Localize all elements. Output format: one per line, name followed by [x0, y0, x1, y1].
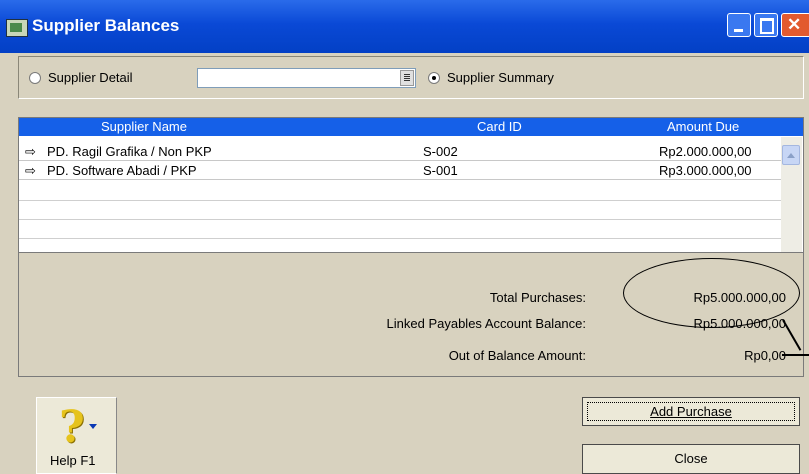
- help-label: Help F1: [50, 453, 96, 468]
- add-purchase-button[interactable]: Add Purchase: [582, 397, 800, 426]
- out-of-balance-label: Out of Balance Amount:: [448, 348, 586, 363]
- annotation-line: [782, 354, 809, 356]
- table-row[interactable]: ⇨ PD. Ragil Grafika / Non PKP S-002 Rp2.…: [19, 142, 781, 161]
- focus-ring: [587, 402, 795, 421]
- help-question-icon: ?: [59, 402, 85, 453]
- supplier-balances-window: Supplier Balances Supplier Detail Suppli…: [0, 0, 809, 474]
- cell-amount-due: Rp3.000.000,00: [659, 163, 752, 178]
- radio-supplier-summary[interactable]: [428, 72, 440, 84]
- radio-supplier-detail[interactable]: [29, 72, 41, 84]
- grid-line: [19, 238, 781, 239]
- close-window-button[interactable]: [781, 13, 809, 37]
- linked-payables-label: Linked Payables Account Balance:: [386, 316, 586, 331]
- annotation-ellipse: [623, 258, 800, 328]
- close-button[interactable]: Close: [582, 444, 800, 474]
- window-title: Supplier Balances: [32, 16, 180, 35]
- cell-card-id: S-002: [423, 144, 458, 159]
- app-icon: [6, 19, 28, 37]
- col-card-id[interactable]: Card ID: [477, 119, 522, 134]
- grid-line: [19, 219, 781, 220]
- combo-dropdown-icon[interactable]: [400, 70, 414, 86]
- scroll-up-icon[interactable]: [782, 145, 800, 165]
- cell-supplier-name: PD. Software Abadi / PKP: [47, 163, 197, 178]
- cell-supplier-name: PD. Ragil Grafika / Non PKP: [47, 144, 212, 159]
- minimize-button[interactable]: [727, 13, 751, 37]
- help-dropdown-icon: [89, 424, 97, 429]
- col-supplier-name[interactable]: Supplier Name: [101, 119, 187, 134]
- table-row[interactable]: ⇨ PD. Software Abadi / PKP S-001 Rp3.000…: [19, 161, 781, 180]
- cell-amount-due: Rp2.000.000,00: [659, 144, 752, 159]
- grid-line: [19, 200, 781, 201]
- out-of-balance-value: Rp0,00: [744, 348, 786, 363]
- maximize-button[interactable]: [754, 13, 778, 37]
- cell-card-id: S-001: [423, 163, 458, 178]
- label-supplier-summary[interactable]: Supplier Summary: [447, 70, 554, 85]
- title-bar[interactable]: Supplier Balances: [0, 0, 809, 53]
- filter-panel: Supplier Detail Supplier Summary: [18, 56, 804, 99]
- col-amount-due[interactable]: Amount Due: [667, 119, 739, 134]
- total-purchases-label: Total Purchases:: [489, 290, 586, 305]
- help-button[interactable]: ? Help F1: [36, 397, 117, 474]
- supplier-combo[interactable]: [197, 68, 416, 88]
- grid-header: Supplier Name Card ID Amount Due: [19, 118, 803, 136]
- row-arrow-icon[interactable]: ⇨: [25, 144, 36, 160]
- close-label: Close: [674, 451, 708, 466]
- label-supplier-detail[interactable]: Supplier Detail: [48, 70, 133, 85]
- row-arrow-icon[interactable]: ⇨: [25, 163, 36, 179]
